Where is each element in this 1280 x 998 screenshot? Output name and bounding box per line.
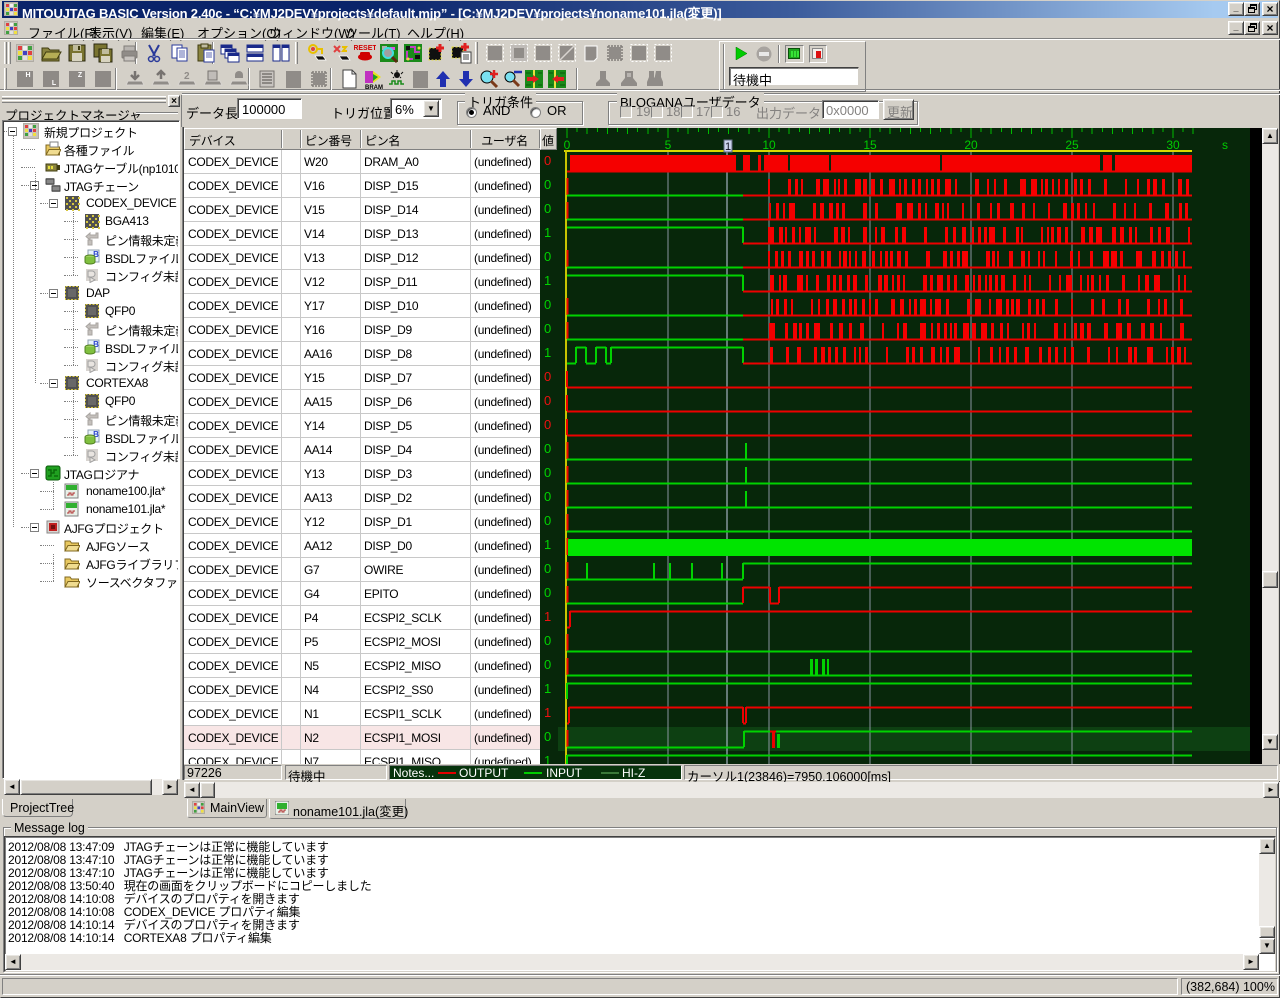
- svg-text:15: 15: [863, 138, 877, 152]
- svg-text:1: 1: [725, 141, 731, 153]
- svg-text:10: 10: [762, 138, 776, 152]
- svg-text:RESET: RESET: [354, 45, 376, 52]
- svg-text:H: H: [25, 72, 30, 79]
- svg-text:5: 5: [665, 138, 672, 152]
- svg-text:2: 2: [184, 71, 190, 82]
- svg-text:30: 30: [1166, 138, 1180, 152]
- svg-text:25: 25: [1065, 138, 1079, 152]
- svg-text:Z: Z: [78, 72, 83, 79]
- svg-text:s: s: [1222, 138, 1228, 152]
- svg-text:0: 0: [564, 138, 571, 152]
- svg-text:BRAM: BRAM: [365, 85, 383, 90]
- svg-text:20: 20: [964, 138, 978, 152]
- svg-text:L: L: [52, 80, 57, 87]
